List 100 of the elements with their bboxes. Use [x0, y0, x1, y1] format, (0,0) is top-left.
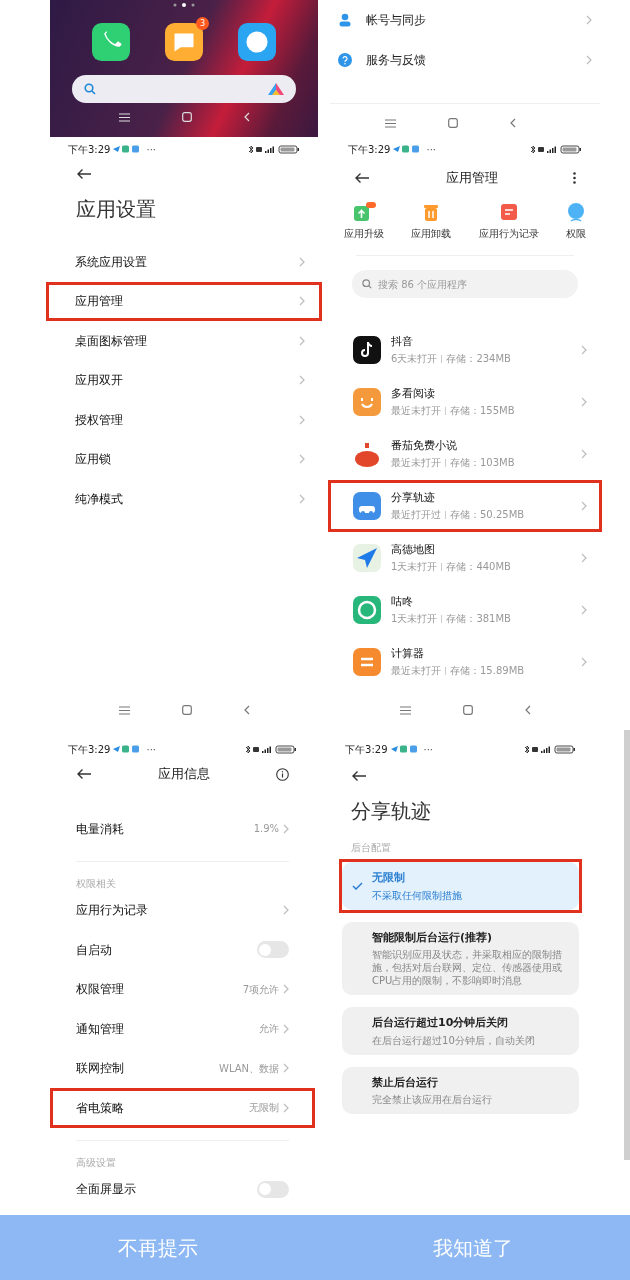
person-icon	[338, 13, 352, 27]
last-opened: 6天未打开	[391, 352, 438, 367]
search-icon	[362, 279, 372, 289]
storage-size: 存储：155MB	[450, 404, 515, 419]
last-opened: 最近未打开	[391, 456, 441, 471]
tool-button[interactable]: 权限	[566, 202, 586, 241]
setting-label: 自启动	[76, 941, 112, 959]
notification-icons	[113, 745, 141, 753]
settings-item[interactable]: 系统应用设置	[46, 242, 322, 282]
settings-item[interactable]: 帐号与同步	[330, 0, 600, 40]
tool-button[interactable]: 应用卸载	[411, 202, 452, 241]
chevron-icon	[581, 605, 587, 615]
status-icons	[530, 144, 582, 154]
back-icon[interactable]	[243, 705, 250, 715]
info-icon[interactable]	[276, 767, 290, 781]
section-header: 后台配置	[350, 841, 393, 855]
status-icons	[248, 144, 300, 154]
triangle-logo-icon	[268, 83, 284, 95]
settings-row[interactable]: 电量消耗 1.9%	[50, 809, 316, 849]
settings-item[interactable]: 服务与反馈	[330, 40, 600, 80]
setting-label: 全面屏显示	[76, 1181, 136, 1199]
home-square-icon[interactable]	[181, 705, 192, 715]
storage-size: 存储：50.25MB	[450, 508, 525, 523]
option-card[interactable]: 无限制 不采取任何限制措施	[342, 862, 580, 910]
app-list-item[interactable]: 分享轨迹 最近打开过 存储：50.25MB	[328, 480, 602, 532]
setting-label: 联网控制	[76, 1060, 124, 1078]
notification-icons	[393, 145, 421, 153]
phone-app-icon[interactable]	[92, 23, 130, 61]
page-title: 应用设置	[75, 196, 157, 223]
chevron-icon	[299, 296, 305, 307]
smiley-icon	[353, 388, 381, 416]
app-name: 计算器	[391, 645, 425, 662]
storage-size: 存储：381MB	[446, 612, 511, 627]
app-list-item[interactable]: 计算器 最近未打开 存储：15.89MB	[328, 636, 602, 688]
last-opened: 1天未打开	[391, 612, 438, 627]
option-title: 无限制	[372, 870, 407, 886]
option-card[interactable]: 后台运行超过10分钟后关闭 在后台运行超过10分钟后，自动关闭	[342, 1007, 580, 1055]
chevron-icon	[581, 345, 587, 355]
app-list-item[interactable]: 咕咚 1天未打开 存储：381MB	[328, 584, 602, 636]
settings-item[interactable]: 应用锁	[46, 439, 322, 479]
storage-size: 存储：440MB	[446, 560, 511, 575]
tool-button[interactable]: 应用升级	[344, 202, 384, 241]
back-arrow-icon[interactable]	[351, 770, 368, 782]
settings-label: 服务与反馈	[366, 52, 427, 69]
home-square-icon[interactable]	[447, 118, 458, 128]
document-icon	[498, 202, 519, 222]
setting-value: 7项允许	[242, 982, 280, 997]
setting-label: 电量消耗	[76, 820, 124, 838]
back-icon[interactable]	[524, 705, 531, 715]
chevron-icon	[581, 449, 587, 459]
browser-app-icon[interactable]	[238, 23, 276, 61]
more-options-icon[interactable]	[573, 172, 576, 184]
storage-size: 存储：15.89MB	[450, 664, 525, 679]
option-description: 不采取任何限制措施	[372, 888, 463, 902]
settings-item[interactable]: 应用双开	[46, 360, 322, 400]
chevron-icon	[283, 905, 290, 916]
app-list-item[interactable]: 多看阅读 最近未打开 存储：155MB	[328, 376, 602, 428]
menu-icon[interactable]	[118, 705, 130, 715]
settings-item[interactable]: 授权管理	[46, 400, 322, 440]
settings-item[interactable]: 应用管理	[46, 281, 322, 321]
app-list-item[interactable]: 抖音 6天未打开 存储：234MB	[328, 324, 602, 376]
app-list-item[interactable]: 高德地图 1天未打开 存储：440MB	[328, 532, 602, 584]
last-opened: 最近未打开	[391, 404, 441, 419]
menu-icon[interactable]	[384, 118, 396, 128]
back-arrow-icon[interactable]	[354, 172, 370, 184]
toggle-switch[interactable]	[257, 941, 290, 959]
search-field[interactable]: 搜索 86 个应用程序	[352, 270, 578, 298]
storage-size: 存储：103MB	[450, 456, 515, 471]
app-list-item[interactable]: 番茄免费小说 最近未打开 存储：103MB	[328, 428, 602, 480]
circle-icon	[566, 202, 586, 222]
home-square-icon[interactable]	[462, 705, 473, 715]
page-title: 应用管理	[445, 169, 498, 188]
notification-badge: 3	[196, 17, 209, 30]
settings-row[interactable]: 应用行为记录	[50, 890, 316, 930]
paper-plane-icon	[353, 544, 381, 572]
back-arrow-icon[interactable]	[76, 168, 92, 180]
option-card[interactable]: 禁止后台运行 完全禁止该应用在后台运行	[342, 1066, 580, 1114]
app-name: 抖音	[391, 333, 414, 350]
option-card[interactable]: 智能限制后台运行(推荐) 智能识别应用及状态，并采取相应的限制措施，包括对后台联网、定位、传感器使用或CPU占用的限制，不影响即时消息	[342, 921, 580, 995]
notification-icons	[113, 145, 141, 153]
option-description: 智能识别应用及状态，并采取相应的限制措施，包括对后台联网、定位、传感器使用或CPU占用的限制，不影响即时消息	[372, 948, 564, 987]
app-name: 多看阅读	[391, 385, 436, 402]
search-bar[interactable]	[72, 75, 296, 103]
back-arrow-icon[interactable]	[76, 768, 92, 780]
tool-button[interactable]: 应用行为记录	[478, 202, 539, 241]
toggle-switch[interactable]	[257, 1180, 290, 1198]
settings-item[interactable]: 桌面图标管理	[46, 321, 322, 361]
settings-row[interactable]: 省电策略 无限制	[50, 1088, 316, 1128]
settings-row[interactable]: 联网控制 WLAN、数据	[50, 1048, 316, 1088]
settings-item[interactable]: 纯净模式	[46, 479, 322, 519]
settings-row[interactable]: 权限管理 7项允许	[50, 969, 316, 1009]
menu-icon[interactable]	[399, 705, 411, 715]
more-notifications: ···	[426, 142, 436, 157]
settings-row[interactable]: 通知管理 允许	[50, 1009, 316, 1049]
scrollbar[interactable]	[624, 730, 630, 1160]
checkmark-icon	[352, 881, 364, 890]
page-title: 分享轨迹	[350, 798, 433, 825]
status-time: 下午3:29	[348, 142, 391, 157]
back-icon[interactable]	[509, 118, 516, 128]
last-opened: 最近打开过	[391, 508, 441, 523]
